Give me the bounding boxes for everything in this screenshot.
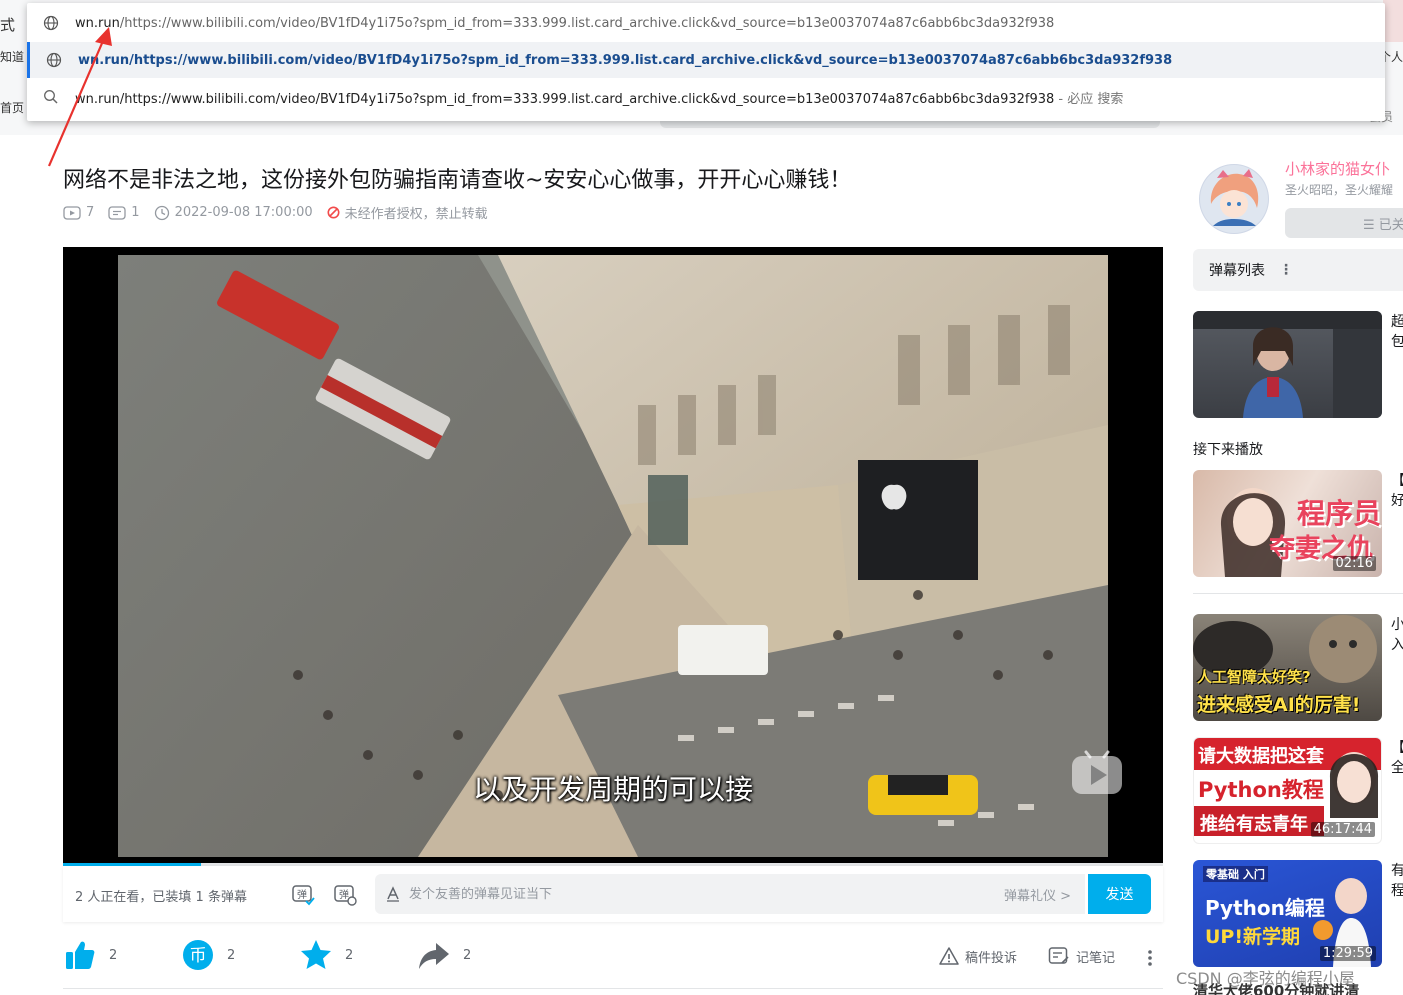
video-card-thumbnail[interactable]: 零基础 入门 Python编程 UP!新学期 1:29:59	[1193, 860, 1382, 967]
coin-icon: 币	[183, 940, 213, 970]
avatar-illustration	[1200, 165, 1268, 233]
svg-text:币: 币	[190, 946, 207, 966]
viewer-info: 2 人正在看，已装填 1 条弹幕	[75, 890, 247, 905]
play-count-icon	[63, 205, 81, 220]
video-card-title[interactable]: 小	[1391, 614, 1403, 634]
danmaku-input-wrap: 弹幕礼仪 >	[375, 874, 1085, 914]
up-name[interactable]: 小林家的猫女仆	[1285, 158, 1390, 179]
video-card-title[interactable]: 入	[1391, 634, 1403, 654]
danmaku-icon	[108, 205, 126, 220]
up-description: 圣火昭昭，圣火耀耀	[1285, 183, 1394, 197]
video-card-title[interactable]: 有	[1391, 860, 1403, 880]
clock-icon	[154, 205, 169, 220]
video-toolbar: 2 币 2 2 2 稿件投诉 记笔记	[63, 938, 1163, 978]
follow-button[interactable]: ☰ 已关	[1285, 208, 1403, 238]
coin-button[interactable]: 币 2	[181, 938, 235, 972]
video-player[interactable]: 以及开发周期的可以接	[63, 247, 1163, 863]
video-card-title[interactable]: 包	[1391, 331, 1403, 351]
like-button[interactable]: 2	[63, 938, 117, 972]
video-duration: 02:16	[1332, 556, 1376, 571]
video-card-thumbnail[interactable]	[1193, 311, 1382, 418]
video-card-title[interactable]: 【I	[1391, 470, 1403, 490]
danmaku-input[interactable]	[409, 886, 1004, 902]
video-card-title[interactable]: 【F	[1391, 737, 1403, 757]
forbidden-icon	[327, 206, 340, 219]
video-scene	[118, 255, 1108, 857]
divider	[63, 988, 1163, 989]
publish-date: 2022-09-08 17:00:00	[154, 205, 313, 221]
video-card-thumbnail[interactable]: 程序员 夺妻之仇 02:16	[1193, 470, 1382, 577]
more-options-icon[interactable]	[1145, 948, 1155, 968]
background-text: 知道	[0, 50, 25, 64]
svg-text:弹: 弹	[297, 888, 307, 901]
video-card-thumbnail[interactable]: 请大数据把这套 Python教程 推给有志青年 46:17:44	[1193, 737, 1382, 844]
omnibox-suggestion[interactable]: wn.run/https://www.bilibili.com/video/BV…	[27, 5, 1385, 41]
omnibox-query: wn.run/https://www.bilibili.com/video/BV…	[75, 91, 1124, 107]
video-title: 网络不是非法之地，这份接外包防骗指南请查收~安安心心做事，开开心心赚钱！	[63, 168, 852, 193]
share-arrow-icon	[419, 943, 449, 969]
svg-text:弹: 弹	[339, 888, 349, 901]
video-card-title[interactable]: 超	[1391, 311, 1403, 331]
star-icon	[301, 940, 331, 969]
danmaku-list-toggle[interactable]: 弹幕列表 ⋮	[1193, 249, 1403, 291]
more-options-icon[interactable]: ⋮	[1279, 262, 1293, 278]
video-card-title[interactable]: 全	[1391, 757, 1403, 777]
thumbnail-image	[1193, 311, 1382, 418]
notes-button[interactable]: 记笔记	[1048, 946, 1115, 966]
font-style-icon[interactable]	[385, 886, 401, 902]
danmaku-toggle-icon[interactable]: 弹	[291, 882, 315, 906]
background-text: 首页	[0, 101, 25, 115]
video-frame[interactable]: 以及开发周期的可以接	[118, 255, 1108, 857]
danmaku-etiquette-link[interactable]: 弹幕礼仪 >	[1004, 885, 1071, 904]
watermark: CSDN @李弦的编程小屋	[1176, 969, 1355, 988]
video-card-title[interactable]: 程	[1391, 880, 1403, 900]
danmaku-bar: 2 人正在看，已装填 1 条弹幕 弹 弹 弹幕礼仪 > 发送	[63, 866, 1163, 922]
favorite-button[interactable]: 2	[299, 938, 353, 972]
warning-icon	[939, 947, 959, 965]
video-card-thumbnail[interactable]: 人工智障太好笑? 进来感受AI的厉害!	[1193, 614, 1382, 721]
divider	[1193, 593, 1403, 594]
video-duration: 46:17:44	[1310, 822, 1375, 837]
thumbs-up-icon	[66, 941, 95, 969]
up-avatar[interactable]	[1199, 164, 1269, 234]
notes-icon	[1048, 947, 1069, 964]
omnibox-suggestion-selected[interactable]: wn.run/https://www.bilibili.com/video/BV…	[27, 42, 1385, 78]
omnibox-url: wn.run/https://www.bilibili.com/video/BV…	[78, 52, 1173, 68]
view-count: 7	[63, 205, 94, 220]
video-card-title[interactable]: 好	[1391, 490, 1403, 510]
video-duration: 1:29:59	[1319, 946, 1376, 961]
video-meta: 7 1 2022-09-08 17:00:00 未经作者授权，禁止转载	[63, 203, 502, 222]
omnibox-url: wn.run/https://www.bilibili.com/video/BV…	[75, 15, 1055, 31]
omnibox-search-suggestion[interactable]: wn.run/https://www.bilibili.com/video/BV…	[27, 79, 1385, 115]
share-button[interactable]: 2	[417, 938, 471, 972]
danmaku-settings-icon[interactable]: 弹	[333, 882, 357, 906]
address-bar-dropdown: wn.run/https://www.bilibili.com/video/BV…	[27, 3, 1385, 121]
copyright-notice: 未经作者授权，禁止转载	[327, 203, 488, 222]
report-button[interactable]: 稿件投诉	[939, 946, 1017, 966]
annotation-arrow	[47, 27, 112, 167]
background-tab	[1383, 0, 1403, 42]
background-text: 式	[0, 16, 16, 34]
send-danmaku-button[interactable]: 发送	[1088, 874, 1151, 914]
danmaku-count: 1	[108, 205, 140, 220]
play-button-icon[interactable]	[1070, 750, 1124, 796]
video-subtitle: 以及开发周期的可以接	[472, 773, 753, 806]
up-next-label: 接下来播放	[1193, 442, 1263, 458]
